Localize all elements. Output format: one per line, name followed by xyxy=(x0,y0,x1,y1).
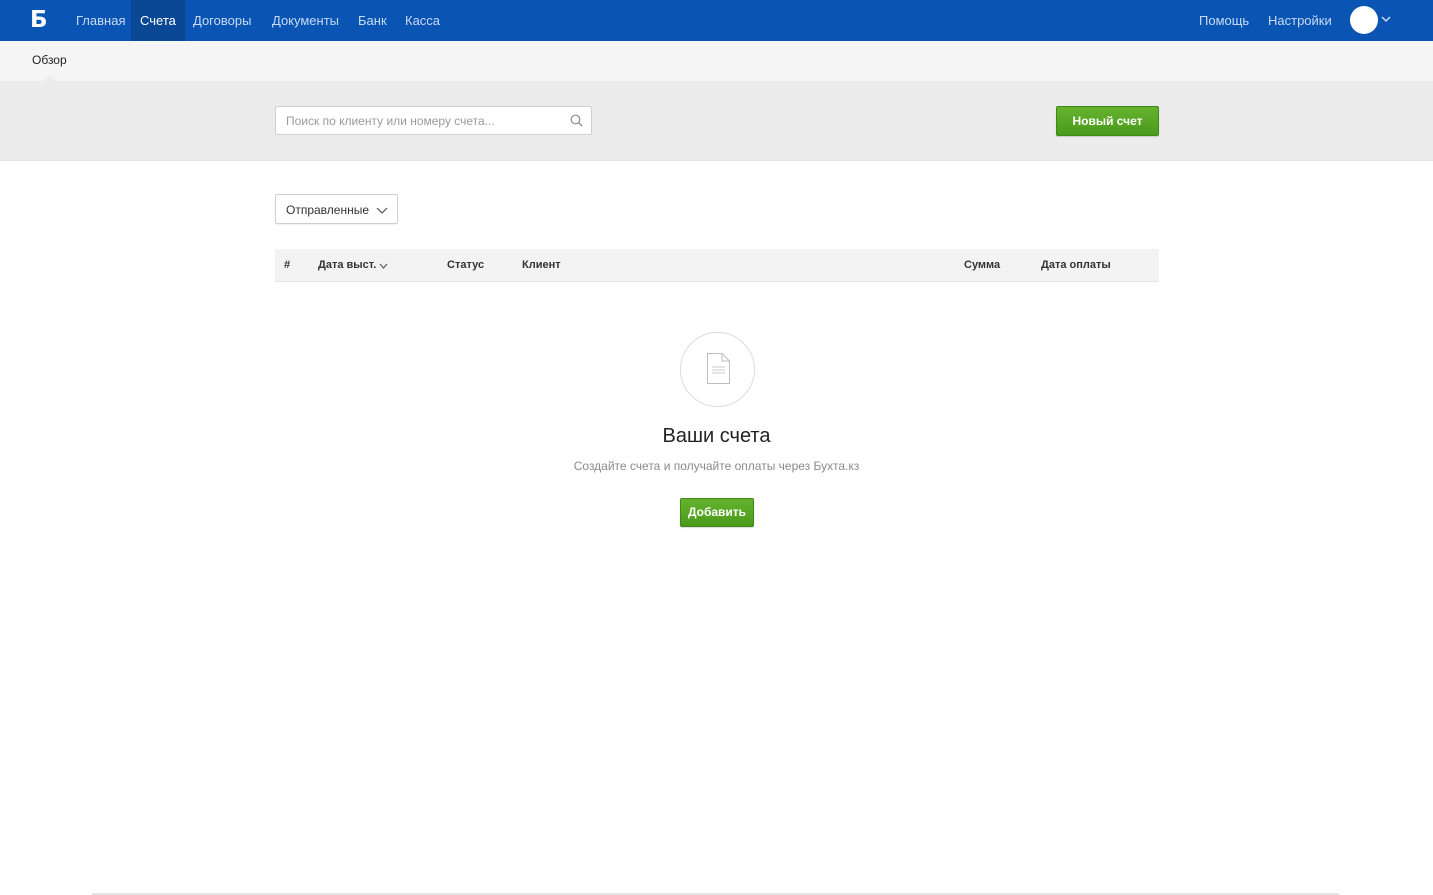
column-header-issue-date[interactable]: Дата выст. xyxy=(318,259,376,271)
logo[interactable]: Б xyxy=(30,8,48,32)
top-navbar: Б Главная Счета Договоры Документы Банк … xyxy=(0,0,1433,41)
nav-item-invoices[interactable]: Счета xyxy=(131,0,185,41)
nav-item-documents[interactable]: Документы xyxy=(263,0,348,41)
toolbar: Новый счет xyxy=(0,81,1433,161)
empty-state-subtitle: Создайте счета и получайте оплаты через … xyxy=(573,459,860,473)
column-header-number[interactable]: # xyxy=(284,259,290,271)
nav-item-settings[interactable]: Настройки xyxy=(1259,0,1341,41)
nav-item-help[interactable]: Помощь xyxy=(1190,0,1258,41)
sort-chevron-icon[interactable] xyxy=(379,262,388,270)
document-icon xyxy=(707,353,730,384)
nav-item-home[interactable]: Главная xyxy=(67,0,134,41)
status-filter-label: Отправленные xyxy=(286,203,370,217)
add-invoice-button[interactable]: Добавить xyxy=(680,498,754,527)
search-input[interactable] xyxy=(276,107,566,134)
nav-item-bank[interactable]: Банк xyxy=(349,0,396,41)
nav-item-cash[interactable]: Касса xyxy=(396,0,449,41)
tab-overview[interactable]: Обзор xyxy=(32,53,67,67)
empty-state-title: Ваши счета xyxy=(662,425,771,447)
user-avatar-icon[interactable] xyxy=(1350,6,1378,34)
chevron-down-icon[interactable] xyxy=(1380,13,1392,25)
new-invoice-button[interactable]: Новый счет xyxy=(1056,106,1159,136)
nav-item-contracts[interactable]: Договоры xyxy=(184,0,260,41)
sub-header: Обзор xyxy=(0,41,1433,81)
search-icon[interactable] xyxy=(570,114,583,127)
column-header-client[interactable]: Клиент xyxy=(522,259,561,271)
search-box xyxy=(275,106,592,135)
column-header-amount[interactable]: Сумма xyxy=(964,259,1000,271)
chevron-down-icon xyxy=(376,207,388,214)
table-header: # Дата выст. Статус Клиент Сумма Дата оп… xyxy=(275,249,1159,282)
column-header-status[interactable]: Статус xyxy=(447,259,484,271)
column-header-payment-date[interactable]: Дата оплаты xyxy=(1041,259,1111,271)
status-filter-dropdown[interactable]: Отправленные xyxy=(275,194,398,224)
